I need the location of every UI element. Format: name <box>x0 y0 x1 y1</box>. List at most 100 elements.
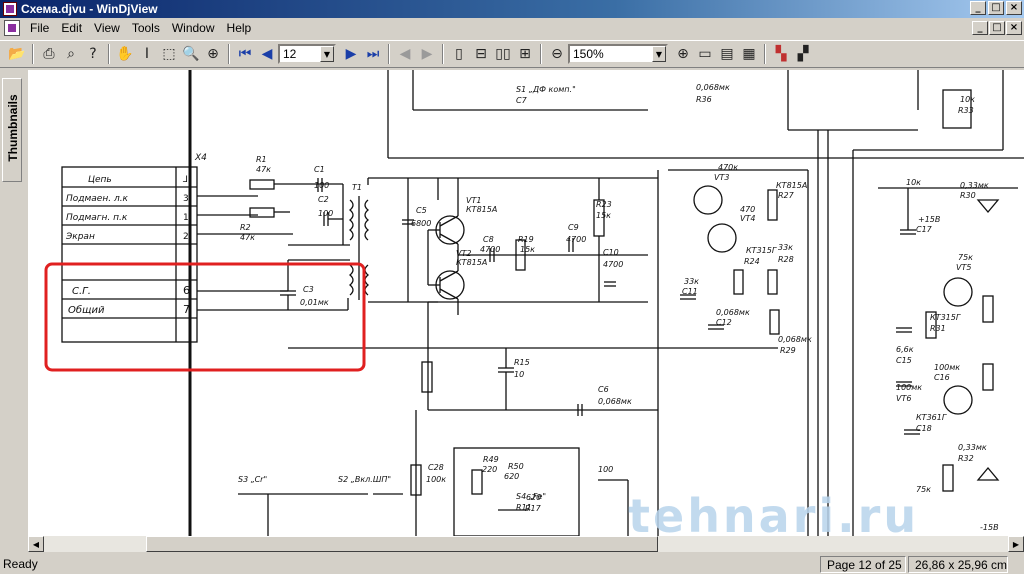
component-label: C16 <box>934 373 950 382</box>
component-label: 6800 <box>411 219 431 228</box>
component-label: R15 <box>514 358 530 367</box>
continuous-facing-icon[interactable]: ⊞ <box>514 43 536 65</box>
status-bar: Ready Page 12 of 25 26,86 x 25,96 cm <box>0 554 1024 574</box>
actual-size-icon[interactable]: ▦ <box>738 43 760 65</box>
component-label: 4700 <box>566 235 586 244</box>
component-label: C11 <box>682 287 698 296</box>
last-page-icon[interactable]: ⏭ <box>362 43 384 65</box>
component-label: КТ315Г <box>930 313 961 322</box>
document-icon[interactable] <box>4 20 20 36</box>
zoom-in-icon[interactable]: ⊕ <box>672 43 694 65</box>
connector-pin-1: 3 <box>183 194 189 204</box>
menu-view[interactable]: View <box>88 21 126 35</box>
prev-page-icon[interactable]: ◀ <box>256 43 278 65</box>
scrollbar-thumb[interactable] <box>146 536 658 552</box>
component-label: R49 <box>483 455 499 464</box>
document-view[interactable]: X4 Цепь ⅃ Подмаен. л.к 3 Подмагн. п.к 1 … <box>28 70 1024 536</box>
toolbar: 📂 ⎙ ⌕ ? ✋ I ⬚ 🔍 ⊕ ⏮ ◀ 12 ▼ ▶ ⏭ ◀ ▶ ▯ ⊟ ▯… <box>0 40 1024 68</box>
component-label: S1 „ДФ комп." <box>516 85 576 94</box>
scroll-right-icon[interactable]: ▶ <box>1008 536 1024 552</box>
component-label: 10к <box>906 178 921 187</box>
component-label: 100 <box>598 465 613 474</box>
component-label: 0,068мк <box>696 83 730 92</box>
connector-pin-3: 2 <box>183 232 189 242</box>
open-icon[interactable]: 📂 <box>6 43 28 65</box>
scroll-left-icon[interactable]: ◀ <box>28 536 44 552</box>
back-icon[interactable]: ◀ <box>394 43 416 65</box>
doc-close-button[interactable]: × <box>1006 21 1022 35</box>
maximize-button[interactable]: □ <box>988 1 1004 15</box>
display-mode-icon[interactable]: ▞ <box>792 43 814 65</box>
connector-label-3: Экран <box>65 232 95 242</box>
menu-file[interactable]: File <box>24 21 55 35</box>
connector-label-4: С.Г. <box>72 286 91 297</box>
component-label: 75к <box>958 253 973 262</box>
component-label: 0,068мк <box>716 308 750 317</box>
component-label: R52 <box>28 70 44 72</box>
thumbnails-tab[interactable]: Thumbnails <box>2 78 22 182</box>
component-label: R36 <box>696 95 712 104</box>
doc-restore-button[interactable]: □ <box>989 21 1005 35</box>
component-label: C1 <box>314 165 325 174</box>
menu-help[interactable]: Help <box>221 21 258 35</box>
component-label: VT5 <box>956 263 971 272</box>
component-label: R30 <box>960 191 976 200</box>
component-label: 100 <box>318 209 333 218</box>
first-page-icon[interactable]: ⏮ <box>234 43 256 65</box>
menu-edit[interactable]: Edit <box>55 21 88 35</box>
horizontal-scrollbar[interactable]: ◀ ▶ <box>28 536 1024 552</box>
rect-select-icon[interactable]: ⬚ <box>158 43 180 65</box>
schematic-drawing: X4 Цепь ⅃ Подмаен. л.к 3 Подмагн. п.к 1 … <box>28 70 1024 536</box>
doc-minimize-button[interactable]: _ <box>972 21 988 35</box>
component-label: 0,068мк <box>598 397 632 406</box>
help-icon[interactable]: ? <box>82 43 104 65</box>
component-label: КТ815А <box>456 258 487 267</box>
component-label: КТ815А <box>466 205 497 214</box>
component-label: C17 <box>916 225 933 234</box>
app-icon[interactable] <box>3 2 17 16</box>
facing-icon[interactable]: ▯▯ <box>492 43 514 65</box>
forward-icon[interactable]: ▶ <box>416 43 438 65</box>
status-ready: Ready <box>3 557 38 571</box>
fit-width-icon[interactable]: ▤ <box>716 43 738 65</box>
component-label: R2 <box>240 223 251 232</box>
print-icon[interactable]: ⎙ <box>38 43 60 65</box>
component-label: C6 <box>598 385 609 394</box>
connector-label-0: Цепь <box>88 175 112 185</box>
component-label: R29 <box>780 346 796 355</box>
zoom-rect-icon[interactable]: ⊕ <box>202 43 224 65</box>
zoom-icon[interactable]: 🔍 <box>180 43 202 65</box>
component-label: C5 <box>416 206 427 215</box>
next-page-icon[interactable]: ▶ <box>340 43 362 65</box>
toolbar-separator <box>764 44 766 64</box>
zoom-out-icon[interactable]: ⊖ <box>546 43 568 65</box>
close-button[interactable]: × <box>1006 1 1022 15</box>
connector-header: X4 <box>194 153 207 163</box>
fit-page-icon[interactable]: ▭ <box>694 43 716 65</box>
component-label: S3 „Cr" <box>238 475 267 484</box>
chevron-down-icon[interactable]: ▼ <box>320 46 334 62</box>
zoom-combo[interactable]: 150% ▼ <box>568 44 668 64</box>
page-number-combo[interactable]: 12 ▼ <box>278 44 336 64</box>
component-label: 470к <box>718 163 738 172</box>
menu-tools[interactable]: Tools <box>126 21 166 35</box>
component-label: C28 <box>428 463 444 472</box>
color-mode-icon[interactable]: ▚ <box>770 43 792 65</box>
menu-bar: File Edit View Tools Window Help _ □ × <box>0 18 1024 38</box>
component-label: 0,068мк <box>778 335 812 344</box>
toolbar-separator <box>442 44 444 64</box>
component-label: 6,6к <box>896 345 914 354</box>
component-label: C12 <box>716 318 732 327</box>
component-label: 15к <box>520 245 535 254</box>
connector-label-1: Подмаен. л.к <box>66 194 129 204</box>
find-icon[interactable]: ⌕ <box>60 43 82 65</box>
minimize-button[interactable]: _ <box>970 1 986 15</box>
resize-grip-icon[interactable] <box>1010 556 1024 572</box>
component-label: 100к <box>426 475 446 484</box>
continuous-icon[interactable]: ⊟ <box>470 43 492 65</box>
menu-window[interactable]: Window <box>166 21 221 35</box>
hand-icon[interactable]: ✋ <box>114 43 136 65</box>
single-page-icon[interactable]: ▯ <box>448 43 470 65</box>
chevron-down-icon[interactable]: ▼ <box>652 46 666 62</box>
text-select-icon[interactable]: I <box>136 43 158 65</box>
